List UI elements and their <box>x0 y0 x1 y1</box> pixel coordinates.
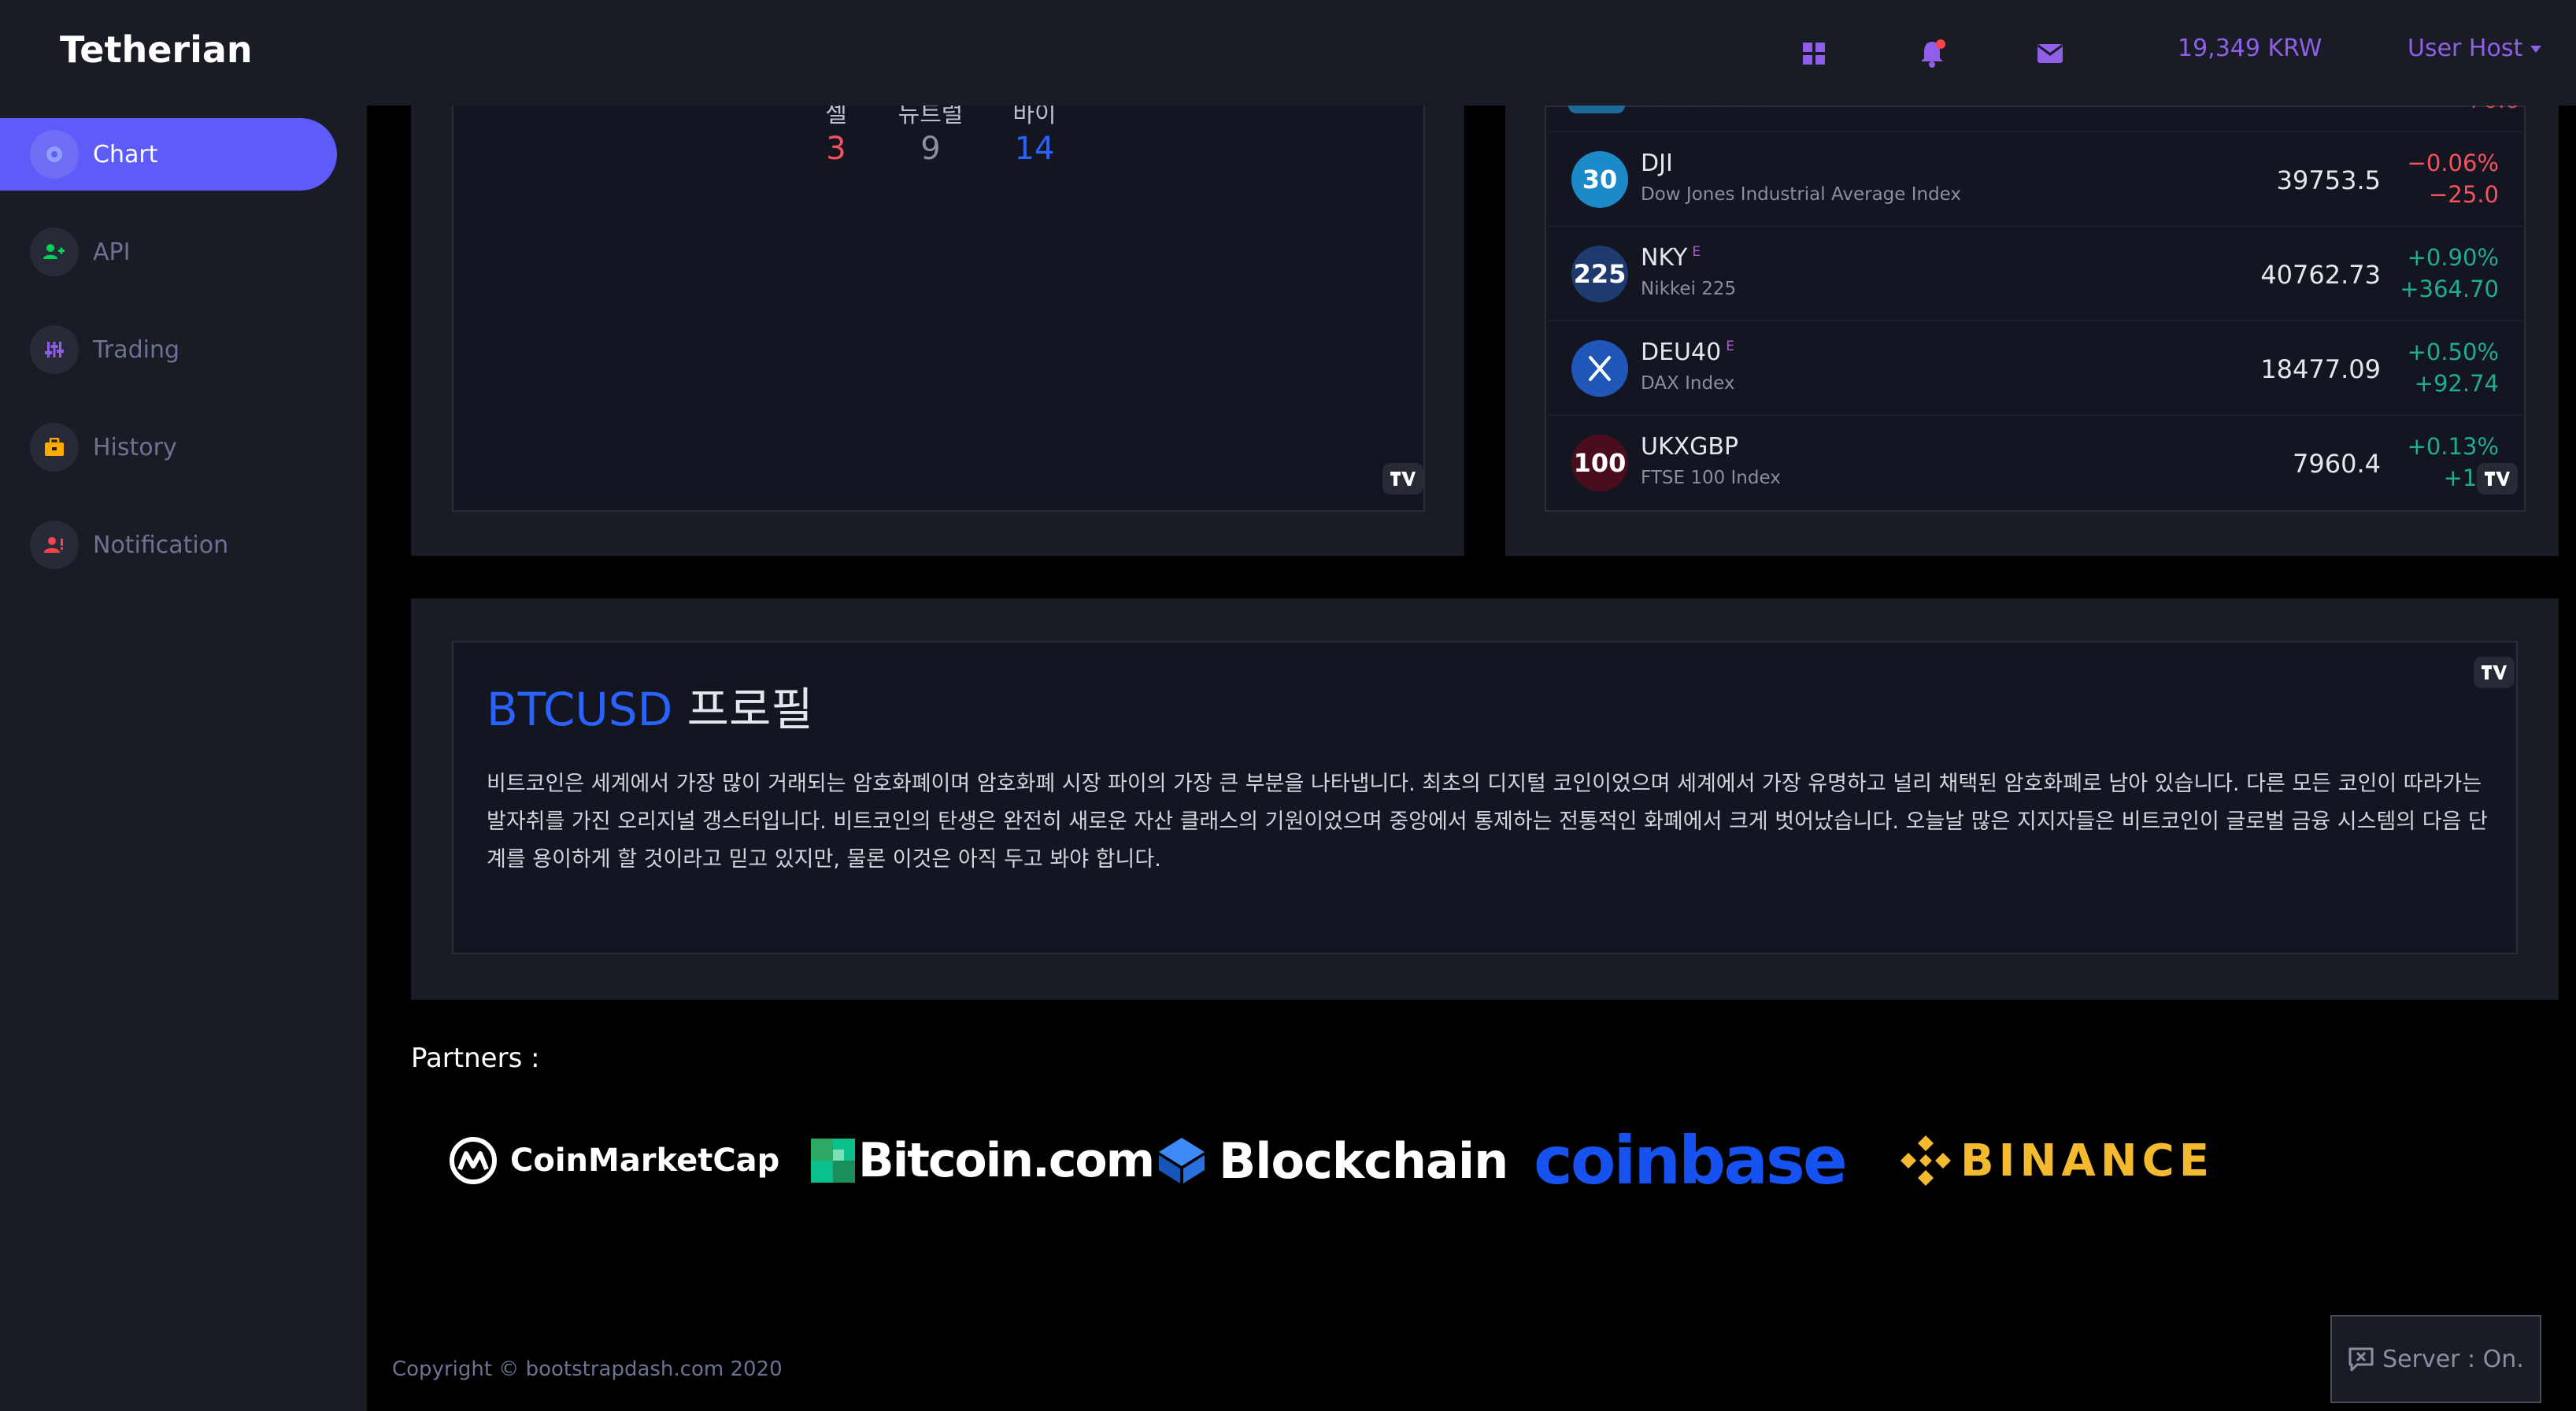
grid-icon[interactable] <box>1792 31 1836 76</box>
ticker-change-value: +92.74 <box>2414 370 2499 397</box>
ticker-name: DAX Index <box>1641 373 1735 394</box>
partner-name: BINANCE <box>1960 1135 2214 1187</box>
sidebar: Chart API Trading History Notification <box>0 106 367 1411</box>
copyright-text: Copyright © bootstrapdash.com 2020 <box>392 1357 783 1381</box>
tradingview-logo-icon[interactable] <box>1382 463 1423 494</box>
ticker-logo: 30 <box>1571 151 1628 208</box>
ticker-change-value: −25.0 <box>2429 181 2499 208</box>
sidebar-item-trading[interactable]: Trading <box>0 313 337 386</box>
bell-icon[interactable] <box>1910 31 1954 76</box>
tradingview-logo-icon[interactable] <box>2477 463 2518 494</box>
ticker-change-percent: −0.06% <box>2407 150 2499 176</box>
chevron-down-icon <box>2530 46 2542 53</box>
ticker-row-nky[interactable]: 225 NKY E Nikkei 225 40762.73 +0.90% +364… <box>1548 227 2522 321</box>
technicals-sell-value: 3 <box>826 131 846 167</box>
partner-logo-bitcoin-com[interactable]: Bitcoin.com <box>811 1123 1155 1198</box>
partner-name: coinbase <box>1534 1122 1848 1199</box>
ticker-row-dji[interactable]: 30 DJI Dow Jones Industrial Average Inde… <box>1548 132 2522 227</box>
brand-logo[interactable]: Tetherian <box>60 28 253 71</box>
ticker-symbol: UKXGBP <box>1641 433 1739 461</box>
server-status-label: Server : On. <box>2382 1345 2524 1373</box>
sidebar-item-notification[interactable]: Notification <box>0 509 337 581</box>
partner-name: CoinMarketCap <box>510 1143 780 1179</box>
dax-logo-icon <box>1571 340 1628 397</box>
sidebar-item-api[interactable]: API <box>0 216 337 288</box>
ticker-row-ukxgbp[interactable]: 100 UKXGBP FTSE 100 Index 7960.4 +0.13% … <box>1548 416 2522 510</box>
message-close-icon <box>2348 1347 2374 1372</box>
mail-icon[interactable] <box>2028 31 2072 76</box>
profile-title: BTCUSD 프로필 <box>487 672 813 739</box>
sidebar-item-label: Chart <box>93 140 158 169</box>
sidebar-item-label: History <box>93 433 177 461</box>
technicals-buy-value: 14 <box>1014 131 1055 167</box>
ticker-name: FTSE 100 Index <box>1641 468 1781 488</box>
profile-symbol-link[interactable]: BTCUSD <box>487 683 672 736</box>
partner-name: Bitcoin.com <box>858 1133 1155 1188</box>
ticker-flag: E <box>1726 339 1734 354</box>
top-navbar: Tetherian 19,349 KRW User Host <box>0 0 2576 106</box>
user-menu-label: User Host <box>2408 35 2523 62</box>
partner-logo-blockchain[interactable]: Blockchain <box>1157 1123 1508 1198</box>
user-alert-icon <box>30 520 79 569</box>
chart-icon <box>30 130 79 179</box>
partner-logo-binance[interactable]: BINANCE <box>1897 1123 2214 1198</box>
technicals-neutral-value: 9 <box>920 131 941 167</box>
binance-logo-icon <box>1901 1135 1951 1186</box>
sliders-icon <box>30 325 79 374</box>
ticker-price: 18477.09 <box>2260 354 2381 384</box>
sidebar-item-history[interactable]: History <box>0 411 337 483</box>
ticker-symbol: DEU40 E <box>1641 339 1734 366</box>
ticker-logo: 225 <box>1571 246 1628 302</box>
ticker-symbol: NKY E <box>1641 244 1701 272</box>
sidebar-item-label: API <box>93 238 131 266</box>
bitcoin-com-logo-icon <box>811 1139 855 1183</box>
tradingview-logo-icon[interactable] <box>2474 657 2515 688</box>
krw-rate: 19,349 KRW <box>2178 35 2322 62</box>
ticker-flag: E <box>1692 244 1701 260</box>
ticker-change-percent: +0.90% <box>2407 244 2499 271</box>
ticker-change-percent: +0.13% <box>2407 433 2499 460</box>
briefcase-icon <box>30 423 79 472</box>
ticker-change-percent: +0.50% <box>2407 339 2499 365</box>
sidebar-item-label: Trading <box>93 335 180 364</box>
partner-logo-coinmarketcap[interactable]: CoinMarketCap <box>449 1123 779 1198</box>
sidebar-item-label: Notification <box>93 531 229 559</box>
blockchain-logo-icon <box>1159 1138 1205 1183</box>
ticker-row-deu40[interactable]: DEU40 E DAX Index 18477.09 +0.50% +92.74 <box>1548 321 2522 416</box>
ticker-price: 7960.4 <box>2293 449 2381 479</box>
partners-label: Partners : <box>411 1043 540 1074</box>
coinmarketcap-logo-icon <box>450 1137 497 1184</box>
profile-title-text: 프로필 <box>672 683 813 736</box>
ticker-price: 39753.5 <box>2276 165 2381 195</box>
profile-description: 비트코인은 세계에서 가장 많이 거래되는 암호화폐이며 암호화폐 시장 파이의… <box>487 772 2488 872</box>
technicals-widget: 셀 뉴트럴 바이 3 9 14 <box>452 91 1425 512</box>
ticker-name: Nikkei 225 <box>1641 279 1737 299</box>
partner-name: Blockchain <box>1219 1131 1508 1190</box>
sidebar-item-chart[interactable]: Chart <box>0 118 337 191</box>
ticker-name: Dow Jones Industrial Average Index <box>1641 184 1962 205</box>
ticker-logo: 100 <box>1571 435 1628 491</box>
server-status-button[interactable]: Server : On. <box>2330 1315 2541 1403</box>
ticker-change-value: +364.70 <box>2400 276 2499 302</box>
users-icon <box>30 228 79 276</box>
ticker-symbol: DJI <box>1641 150 1673 177</box>
ticker-price: 40762.73 <box>2260 260 2381 290</box>
ticker-partial-logo <box>1568 106 1625 113</box>
user-menu[interactable]: User Host <box>2408 35 2542 62</box>
partner-logo-coinbase[interactable]: coinbase <box>1534 1122 1848 1199</box>
